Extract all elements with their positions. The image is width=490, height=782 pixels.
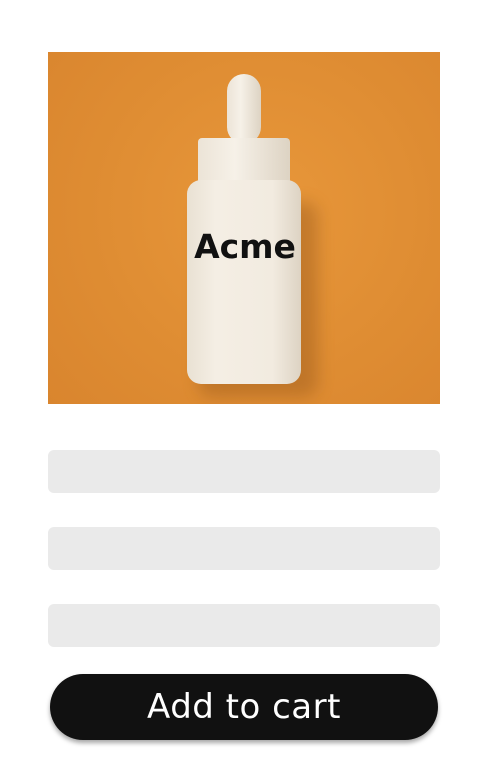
loading-placeholder-2 — [48, 527, 440, 570]
add-to-cart-button[interactable]: Add to cart — [50, 674, 438, 740]
add-to-cart-label: Add to cart — [147, 687, 341, 727]
product-image: Acme — [48, 52, 440, 404]
serum-bottle-illustration: Acme — [187, 74, 318, 397]
loading-placeholder-3 — [48, 604, 440, 647]
loading-placeholder-1 — [48, 450, 440, 493]
bottle-brand-label: Acme — [194, 227, 296, 266]
